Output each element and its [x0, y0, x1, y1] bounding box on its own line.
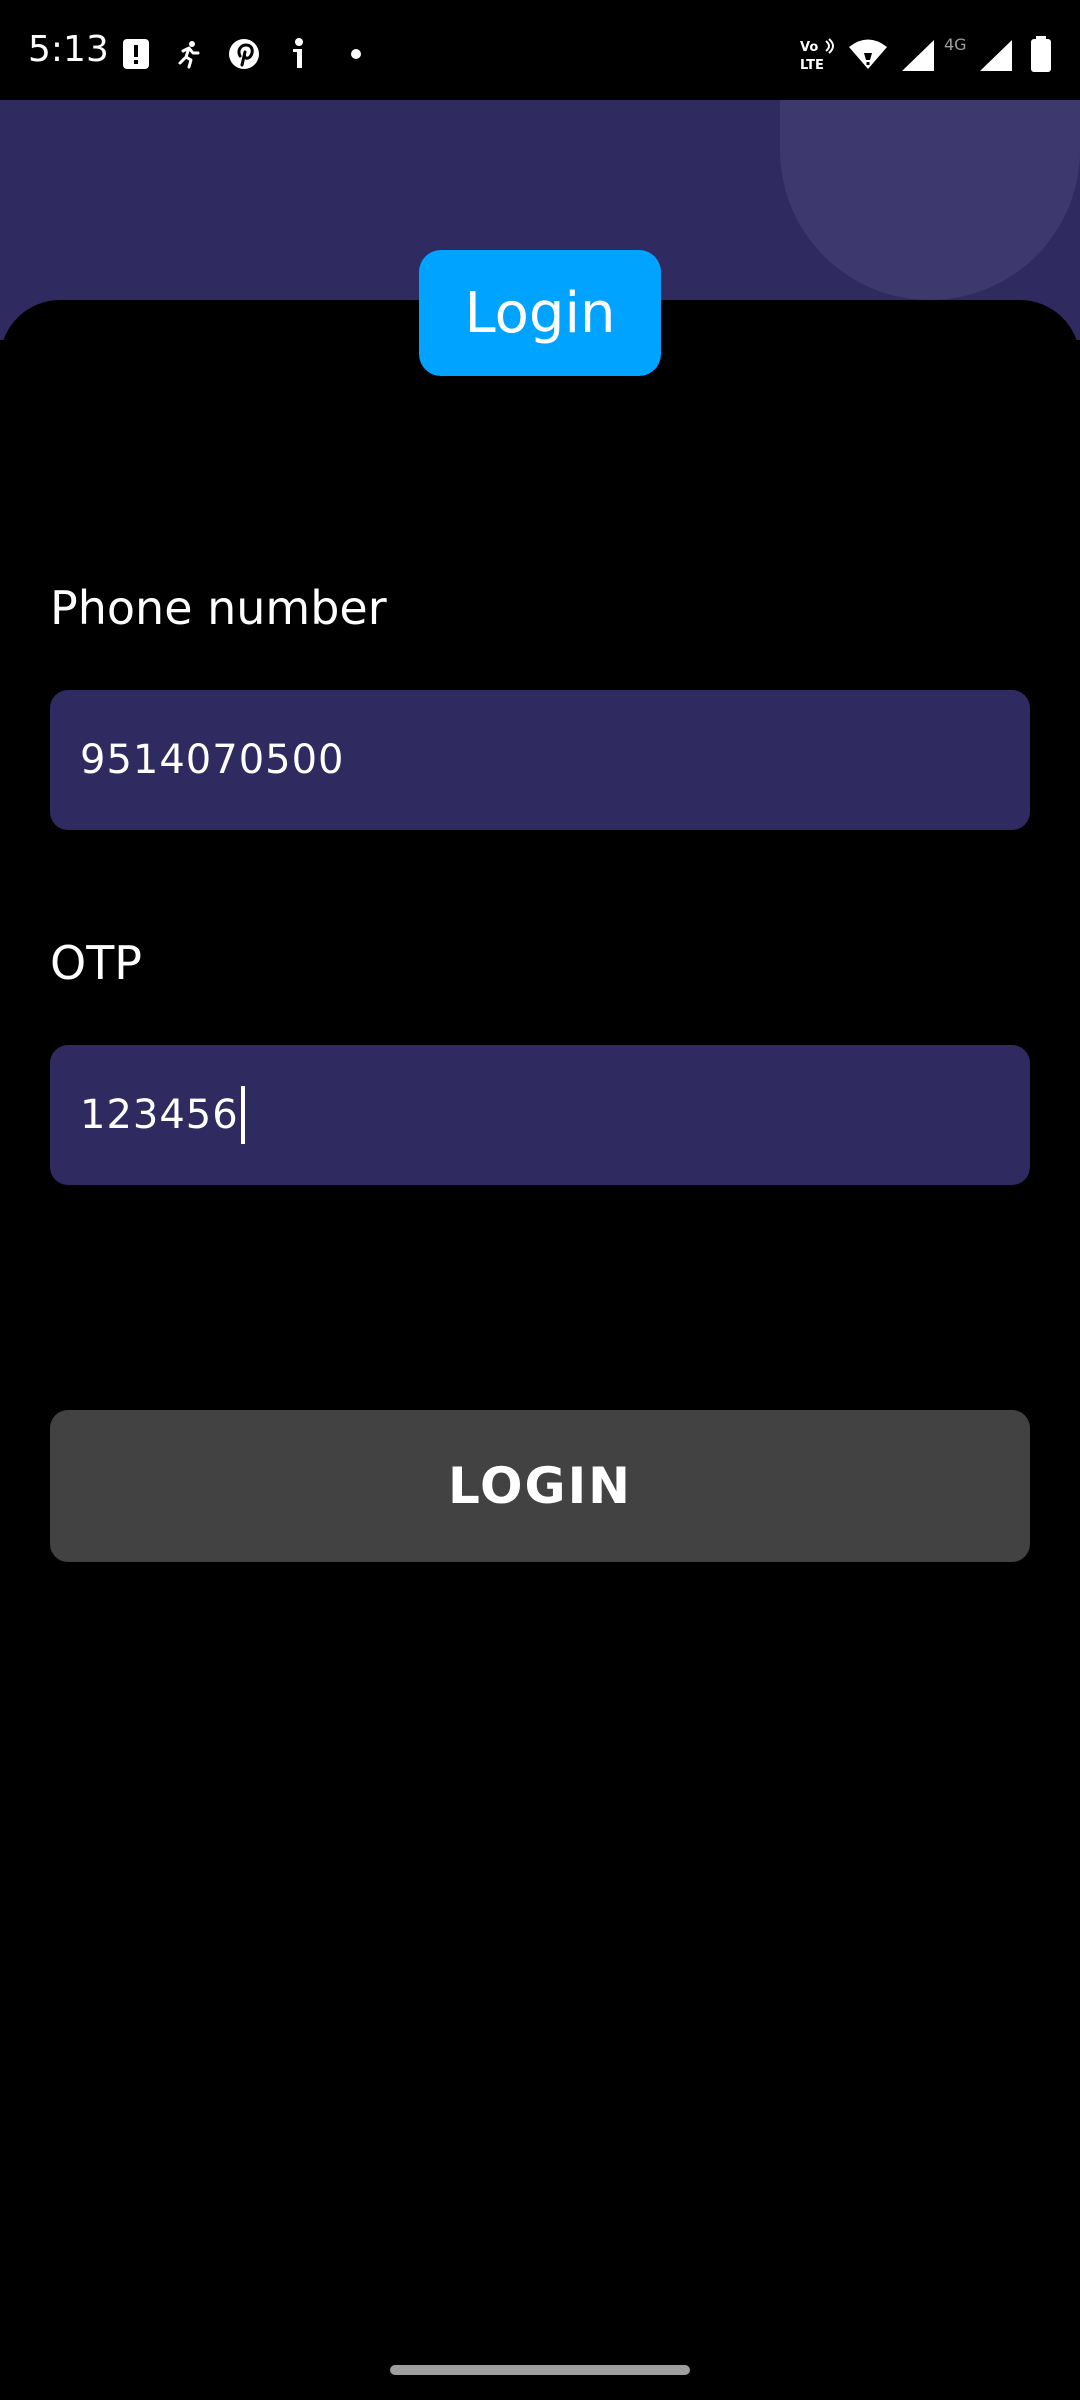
battery-icon: [1030, 36, 1052, 72]
otp-value: 123456: [80, 1092, 239, 1138]
gesture-navigation-bar[interactable]: [390, 2365, 690, 2375]
running-figure-icon: [173, 38, 205, 70]
svg-text:LTE: LTE: [800, 58, 824, 72]
4g-signal-icon: 4G: [944, 36, 1014, 72]
otp-label: OTP: [50, 936, 143, 990]
phone-value: 9514070500: [80, 737, 345, 783]
login-button[interactable]: LOGIN: [50, 1410, 1030, 1562]
svg-text:Vo: Vo: [800, 40, 818, 55]
phone-input[interactable]: 9514070500: [50, 690, 1030, 830]
alert-icon: [120, 38, 152, 70]
signal-icon: [900, 38, 936, 72]
pinterest-icon: [228, 38, 260, 70]
decorative-circle: [780, 100, 1080, 300]
volte-icon: Vo LTE: [800, 38, 838, 72]
status-bar: 5:13 Vo LTE 4G: [0, 0, 1080, 100]
phone-label: Phone number: [50, 581, 387, 635]
page-title: Login: [419, 250, 661, 376]
info-icon: [283, 38, 315, 70]
text-cursor: [240, 1086, 245, 1144]
wifi-icon: [848, 38, 888, 70]
status-time: 5:13: [28, 29, 109, 70]
svg-text:4G: 4G: [944, 36, 967, 54]
otp-input[interactable]: 123456: [50, 1045, 1030, 1185]
dot-icon: [340, 38, 372, 70]
